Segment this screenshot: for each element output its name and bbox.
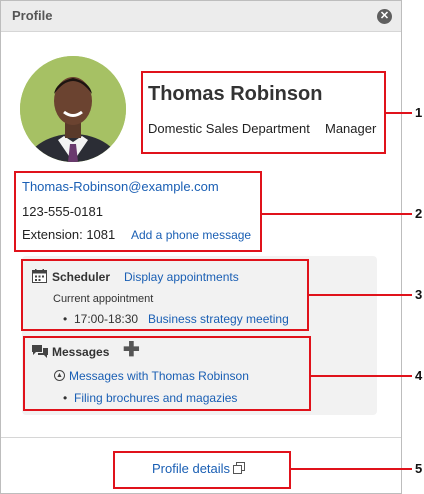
avatar: [20, 56, 126, 162]
callout-line-3: [309, 294, 412, 296]
close-icon[interactable]: ✕: [377, 9, 392, 24]
callout-box-4: [23, 336, 311, 411]
callout-number-1: 1: [415, 105, 423, 120]
callout-number-5: 5: [415, 461, 423, 476]
callout-number-4: 4: [415, 368, 423, 383]
callout-box-2: [14, 171, 262, 252]
callout-box-3: [21, 259, 309, 331]
dialog-title: Profile: [12, 8, 53, 23]
callout-line-1: [386, 112, 412, 114]
divider: [1, 437, 401, 438]
callout-box-5: [113, 451, 291, 489]
dialog-title-bar: Profile ✕: [1, 1, 401, 32]
callout-number-3: 3: [415, 287, 423, 302]
callout-line-5: [291, 468, 412, 470]
callout-line-4: [311, 375, 412, 377]
callout-box-1: [141, 71, 386, 154]
callout-number-2: 2: [415, 206, 423, 221]
callout-line-2: [262, 213, 412, 215]
